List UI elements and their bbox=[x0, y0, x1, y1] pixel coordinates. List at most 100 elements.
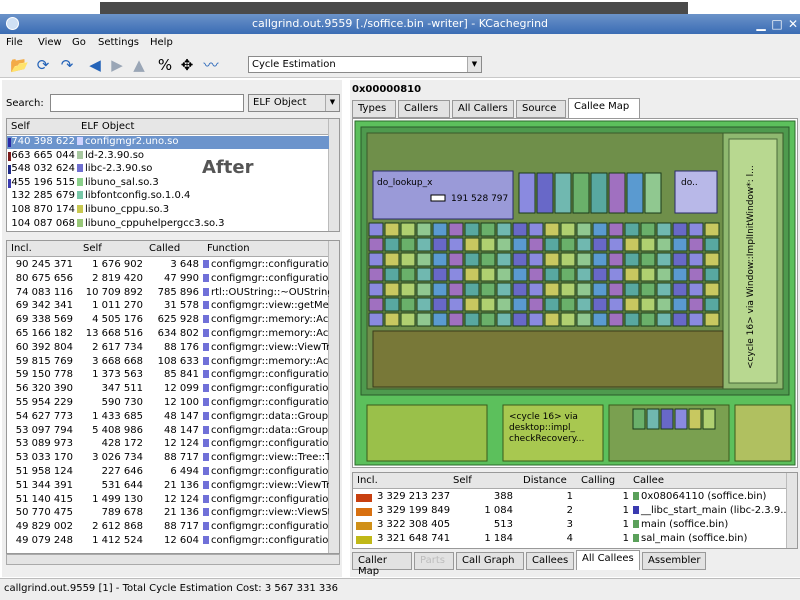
treemap-cell[interactable] bbox=[576, 222, 592, 237]
treemap-cell[interactable] bbox=[416, 282, 432, 297]
treemap-cell[interactable] bbox=[624, 312, 640, 327]
treemap-cell[interactable] bbox=[656, 222, 672, 237]
treemap-cell[interactable] bbox=[480, 252, 496, 267]
treemap-cell[interactable] bbox=[656, 297, 672, 312]
elf-list-scrollbar[interactable] bbox=[328, 119, 339, 231]
treemap-cell[interactable] bbox=[400, 267, 416, 282]
treemap-cell[interactable] bbox=[464, 252, 480, 267]
tab-call-graph[interactable]: Call Graph bbox=[456, 552, 524, 570]
treemap-cell[interactable] bbox=[544, 252, 560, 267]
treemap-cell[interactable] bbox=[576, 297, 592, 312]
treemap-cell[interactable] bbox=[672, 222, 688, 237]
treemap-cell[interactable] bbox=[464, 282, 480, 297]
treemap-cell[interactable] bbox=[592, 282, 608, 297]
treemap-cell[interactable] bbox=[448, 282, 464, 297]
treemap-cell[interactable] bbox=[656, 237, 672, 252]
function-row[interactable]: 65 166 182 13 668 516 634 802 configmgr::me… bbox=[7, 328, 329, 341]
treemap-cell[interactable] bbox=[518, 172, 536, 214]
tab-callee-map[interactable]: Callee Map bbox=[568, 98, 640, 118]
treemap-cell[interactable] bbox=[560, 282, 576, 297]
treemap-cell[interactable] bbox=[608, 172, 626, 214]
minimize-icon[interactable]: ▁ bbox=[754, 17, 768, 31]
chevron-down-icon[interactable]: ▼ bbox=[467, 57, 481, 72]
maximize-icon[interactable]: □ bbox=[770, 17, 784, 31]
header-called[interactable]: Called bbox=[149, 243, 180, 254]
treemap-cell[interactable] bbox=[432, 237, 448, 252]
treemap-cell[interactable] bbox=[464, 312, 480, 327]
function-row[interactable]: 59 815 769 3 668 668 108 633 configmgr::mem… bbox=[7, 356, 329, 369]
treemap-cell[interactable] bbox=[572, 172, 590, 214]
treemap-cell[interactable] bbox=[608, 282, 624, 297]
treemap-cell[interactable] bbox=[432, 312, 448, 327]
treemap-cell[interactable] bbox=[544, 237, 560, 252]
treemap-cell[interactable] bbox=[480, 282, 496, 297]
function-row[interactable]: 55 954 229 590 730 12 100 configmgr::config… bbox=[7, 397, 329, 410]
treemap-cell[interactable] bbox=[400, 297, 416, 312]
menu-go[interactable]: Go bbox=[72, 37, 86, 48]
treemap-cell[interactable] bbox=[674, 408, 688, 430]
treemap-cell[interactable] bbox=[688, 267, 704, 282]
treemap-cell[interactable] bbox=[640, 297, 656, 312]
treemap-cell[interactable] bbox=[536, 172, 554, 214]
function-row[interactable]: 56 320 390 347 511 12 099 configmgr::config… bbox=[7, 383, 329, 396]
treemap-cell[interactable] bbox=[608, 237, 624, 252]
treemap-cell[interactable] bbox=[528, 267, 544, 282]
treemap-cell[interactable] bbox=[646, 408, 660, 430]
callee-table-scrollbar[interactable] bbox=[786, 473, 797, 548]
header-incl[interactable]: Incl. bbox=[357, 475, 378, 486]
treemap-cell[interactable] bbox=[512, 282, 528, 297]
treemap-cell[interactable] bbox=[640, 237, 656, 252]
treemap-cell[interactable] bbox=[608, 222, 624, 237]
function-row[interactable]: 51 344 391 531 644 21 136 configmgr::view::… bbox=[7, 480, 329, 493]
treemap-cell[interactable] bbox=[576, 237, 592, 252]
elf-list-row[interactable]: 455 196 515 libuno_sal.so.3 bbox=[7, 177, 329, 190]
treemap-lower-left[interactable] bbox=[366, 404, 488, 462]
treemap-cell[interactable] bbox=[448, 267, 464, 282]
function-row[interactable]: 51 140 415 1 499 130 12 124 configmgr::conf… bbox=[7, 494, 329, 507]
treemap-cell[interactable] bbox=[512, 312, 528, 327]
treemap-cell[interactable] bbox=[672, 282, 688, 297]
treemap-cell[interactable] bbox=[496, 222, 512, 237]
treemap-cell[interactable] bbox=[624, 282, 640, 297]
treemap-cell[interactable] bbox=[448, 297, 464, 312]
header-self[interactable]: Self bbox=[83, 243, 102, 254]
treemap-cell[interactable] bbox=[384, 282, 400, 297]
treemap-cell[interactable] bbox=[640, 252, 656, 267]
treemap-cell[interactable] bbox=[448, 222, 464, 237]
treemap-cell[interactable] bbox=[480, 297, 496, 312]
treemap-cell[interactable] bbox=[544, 297, 560, 312]
callee-treemap[interactable]: do_lookup_x 191 528 797 do.. <cycle 16> via… bbox=[353, 119, 797, 467]
treemap-cell[interactable] bbox=[624, 222, 640, 237]
treemap-cell[interactable] bbox=[608, 267, 624, 282]
forward-icon[interactable]: ▶ bbox=[108, 56, 126, 74]
treemap-cell[interactable] bbox=[432, 267, 448, 282]
tab-callees[interactable]: Callees bbox=[526, 552, 574, 570]
menu-settings[interactable]: Settings bbox=[98, 37, 139, 48]
treemap-cell[interactable] bbox=[560, 237, 576, 252]
treemap-cell[interactable] bbox=[384, 267, 400, 282]
redo-icon[interactable]: ↷ bbox=[58, 56, 76, 74]
callee-row[interactable]: 3 329 213 237 388 1 1 0x08064110 (soffice.bi… bbox=[353, 491, 787, 504]
elf-list-row[interactable]: 663 665 044 ld-2.3.90.so bbox=[7, 150, 329, 163]
header-self[interactable]: Self bbox=[453, 475, 472, 486]
function-list-scrollbar[interactable] bbox=[328, 241, 339, 553]
tab-caller-map[interactable]: Caller Map bbox=[352, 552, 412, 577]
treemap-cell[interactable] bbox=[640, 282, 656, 297]
treemap-cell[interactable] bbox=[528, 312, 544, 327]
treemap-cell[interactable] bbox=[704, 252, 720, 267]
treemap-cell[interactable] bbox=[368, 267, 384, 282]
treemap-cell[interactable] bbox=[384, 312, 400, 327]
header-calling[interactable]: Calling bbox=[581, 475, 615, 486]
treemap-cell[interactable] bbox=[528, 237, 544, 252]
group-by-select[interactable]: ELF Object ▼ bbox=[248, 94, 340, 112]
open-folder-icon[interactable]: 📂 bbox=[10, 56, 29, 74]
treemap-cell[interactable] bbox=[512, 237, 528, 252]
elf-object-list[interactable]: Self ELF Object 740 398 622 configmgr2.un… bbox=[6, 118, 340, 232]
header-incl[interactable]: Incl. bbox=[11, 243, 32, 254]
treemap-cell[interactable] bbox=[592, 252, 608, 267]
cost-type-select[interactable]: Cycle Estimation ▼ bbox=[248, 56, 482, 73]
treemap-cell[interactable] bbox=[688, 252, 704, 267]
treemap-cell[interactable] bbox=[480, 237, 496, 252]
treemap-cell[interactable] bbox=[626, 172, 644, 214]
tab-parts[interactable]: Parts bbox=[414, 552, 454, 570]
